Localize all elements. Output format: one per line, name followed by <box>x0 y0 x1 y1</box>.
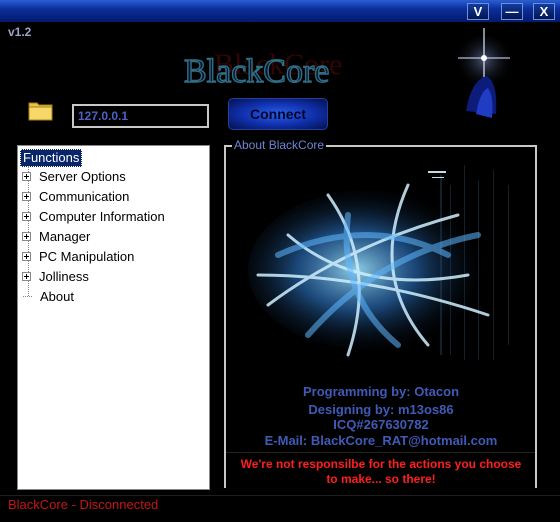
tree-item-label: Manager <box>39 228 91 244</box>
disclaimer-text: We're not responsilbe for the actions yo… <box>230 457 532 487</box>
tree-item-label: Jolliness <box>39 268 89 284</box>
expand-icon[interactable] <box>22 231 31 241</box>
about-group-title: About BlackCore <box>232 138 327 152</box>
designing-credit: Designing by: m13os86 <box>308 402 454 417</box>
tree-item-jolliness[interactable]: Jolliness <box>22 267 89 285</box>
tree-item-about[interactable]: About <box>22 287 74 305</box>
version-label: v1.2 <box>8 25 32 39</box>
tree-item-manager[interactable]: Manager <box>22 227 90 245</box>
logo-text: BlackCore <box>184 53 329 90</box>
disclaimer-line-1: We're not responsilbe for the actions yo… <box>240 457 522 471</box>
tree-item-communication[interactable]: Communication <box>22 187 129 205</box>
connection-status: BlackCore - Disconnected <box>8 497 159 512</box>
star-figure-icon <box>454 28 514 118</box>
abstract-art-image <box>228 155 524 377</box>
functions-tree[interactable]: Functions Server Options Communication C… <box>17 145 210 490</box>
tree-item-label: Communication <box>39 188 130 204</box>
folder-icon[interactable] <box>28 98 54 122</box>
disclaimer-line-2: to make... so there! <box>326 472 436 486</box>
tree-item-label: About <box>40 288 74 304</box>
blackcore-logo: BlackCore BlackCore <box>183 48 342 91</box>
expand-icon[interactable] <box>22 191 31 201</box>
expand-icon[interactable] <box>22 251 31 261</box>
tree-item-server-options[interactable]: Server Options <box>22 167 126 185</box>
close-button[interactable]: X <box>533 3 555 20</box>
expand-icon[interactable] <box>22 271 31 281</box>
expand-icon[interactable] <box>22 211 31 221</box>
email-address: E-Mail: BlackCore_RAT@hotmail.com <box>264 433 498 448</box>
minimize-button[interactable]: — <box>501 3 523 20</box>
tree-item-label: Server Options <box>39 168 126 184</box>
v-window-button[interactable]: V <box>467 3 489 20</box>
tree-item-label: Computer Information <box>39 208 165 224</box>
tree-root-functions[interactable]: Functions <box>20 149 83 167</box>
programming-credit: Programming by: Otacon <box>302 384 460 399</box>
tree-item-label: PC Manipulation <box>39 248 135 264</box>
expand-icon[interactable] <box>22 171 31 181</box>
connect-button[interactable]: Connect <box>228 98 328 130</box>
tree-item-pc-manipulation[interactable]: PC Manipulation <box>22 247 134 265</box>
ip-address-input[interactable] <box>72 104 209 128</box>
tree-item-computer-information[interactable]: Computer Information <box>22 207 165 225</box>
tree-leaf-connector <box>23 295 32 297</box>
icq-number: ICQ#267630782 <box>333 417 429 432</box>
